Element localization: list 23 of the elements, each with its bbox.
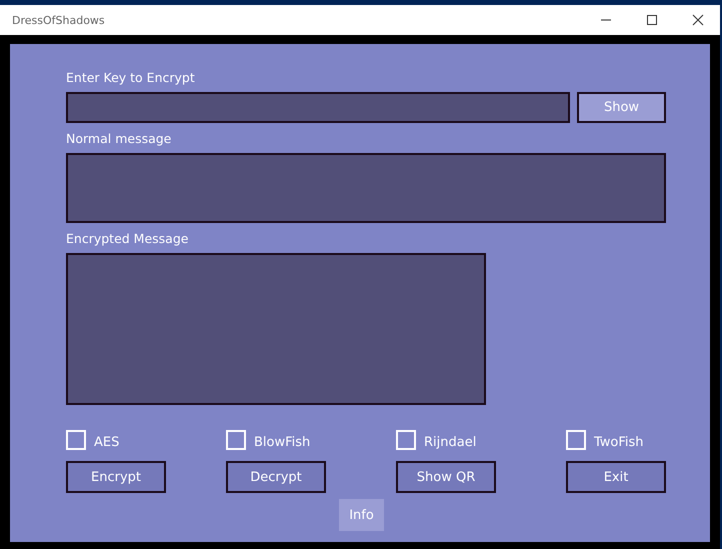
window-title: DressOfShadows — [12, 14, 105, 26]
checkbox-label: BlowFish — [254, 434, 310, 450]
checkbox[interactable] — [226, 430, 246, 450]
action-button[interactable]: Encrypt — [66, 461, 166, 493]
checkbox[interactable] — [566, 430, 586, 450]
normal-message-field[interactable] — [66, 153, 666, 223]
encrypted-message-label: Encrypted Message — [66, 231, 190, 248]
encrypted-message-field[interactable] — [66, 253, 486, 405]
action-button[interactable]: Show QR — [396, 461, 496, 493]
checkbox-label: Rijndael — [424, 434, 476, 450]
action-button[interactable]: Exit — [566, 461, 666, 493]
maximize-icon[interactable] — [646, 14, 658, 26]
checkbox-label: TwoFish — [594, 434, 644, 450]
show-button[interactable]: Show — [577, 92, 666, 123]
key-label: Enter Key to Encrypt — [66, 70, 196, 87]
info-button[interactable]: Info — [339, 499, 384, 531]
key-input-field[interactable] — [66, 92, 570, 123]
action-button[interactable]: Decrypt — [226, 461, 326, 493]
checkbox[interactable] — [396, 430, 416, 450]
checkbox[interactable] — [66, 430, 86, 450]
close-icon[interactable] — [692, 14, 704, 26]
checkbox-label: AES — [94, 434, 120, 450]
normal-message-label: Normal message — [66, 131, 172, 148]
